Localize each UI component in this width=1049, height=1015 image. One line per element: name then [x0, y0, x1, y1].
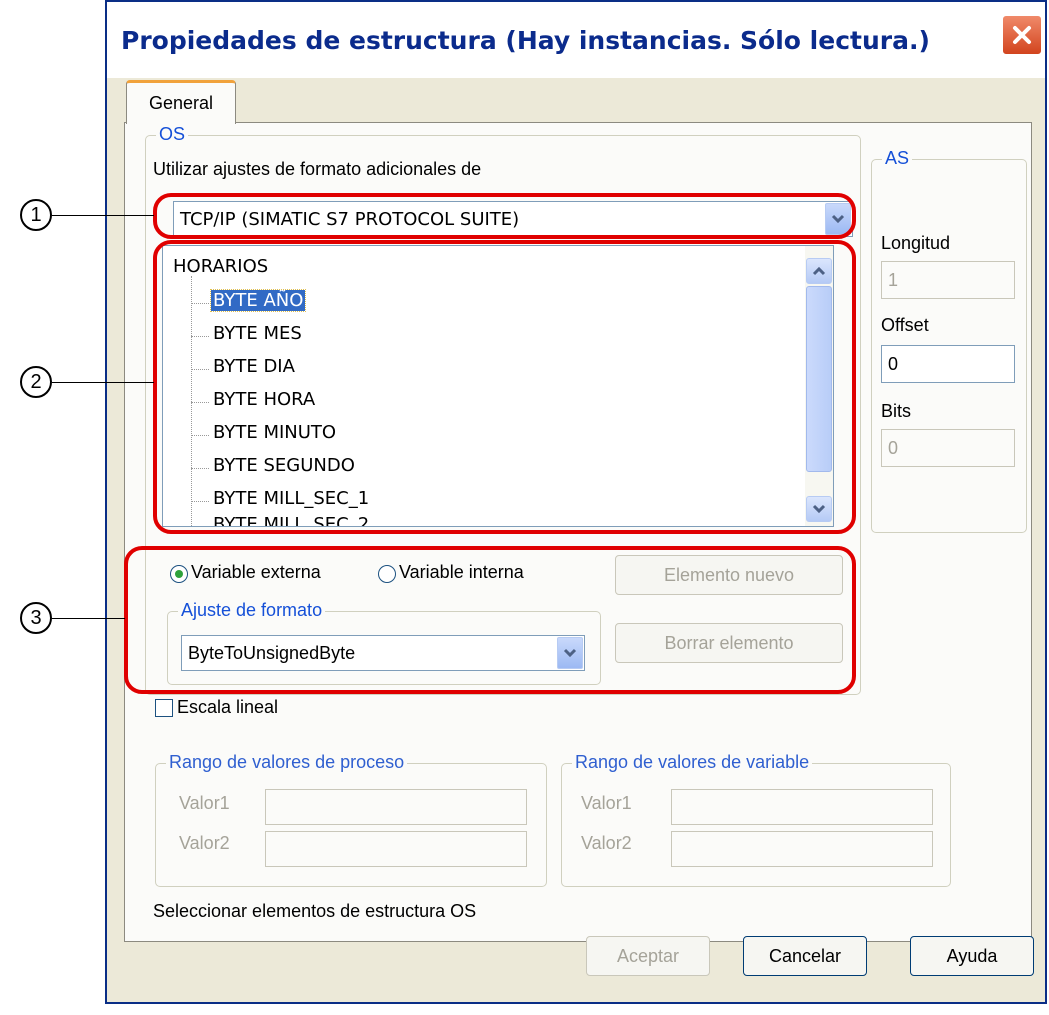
length-value: 1 — [888, 269, 899, 290]
accept-button[interactable]: Aceptar — [586, 936, 710, 976]
linear-scale-checkbox[interactable] — [155, 699, 173, 717]
length-field[interactable]: 1 — [881, 261, 1015, 299]
process-range-title: Rango de valores de proceso — [166, 752, 408, 773]
variable-valor1-field[interactable] — [671, 789, 933, 825]
as-group-title: AS — [882, 148, 913, 169]
os-group-title: OS — [156, 124, 189, 145]
variable-valor1-label: Valor1 — [581, 793, 632, 813]
leader-line-3 — [52, 618, 125, 619]
status-text: Seleccionar elementos de estructura OS — [153, 901, 477, 921]
close-icon — [1013, 26, 1031, 44]
callout-3-frame — [124, 546, 856, 694]
process-range-group: Rango de valores de proceso — [155, 752, 547, 887]
annotation-3: 3 — [20, 602, 52, 634]
annotation-1: 1 — [20, 199, 52, 231]
process-valor2-field[interactable] — [265, 831, 527, 867]
offset-label: Offset — [881, 315, 929, 335]
variable-range-title: Rango de valores de variable — [572, 752, 813, 773]
variable-valor2-label: Valor2 — [581, 833, 632, 853]
leader-line-1 — [52, 215, 154, 216]
bits-field[interactable]: 0 — [881, 429, 1015, 467]
annotation-2: 2 — [20, 366, 52, 398]
help-button[interactable]: Ayuda — [910, 936, 1034, 976]
tab-general[interactable]: General — [126, 80, 236, 124]
bits-label: Bits — [881, 401, 912, 421]
bits-value: 0 — [888, 437, 899, 458]
callout-1-frame — [153, 193, 856, 239]
process-valor1-field[interactable] — [265, 789, 527, 825]
offset-value: 0 — [888, 353, 899, 374]
cancel-button[interactable]: Cancelar — [743, 936, 867, 976]
dialog-title: Propiedades de estructura (Hay instancia… — [121, 26, 930, 55]
format-source-label: Utilizar ajustes de formato adicionales … — [153, 159, 482, 179]
callout-2-frame — [153, 240, 856, 534]
process-valor1-label: Valor1 — [179, 793, 230, 813]
close-button[interactable] — [1001, 14, 1043, 56]
variable-range-group: Rango de valores de variable — [561, 752, 951, 887]
offset-field[interactable]: 0 — [881, 345, 1015, 383]
process-valor2-label: Valor2 — [179, 833, 230, 853]
linear-scale-label[interactable]: Escala lineal — [177, 697, 278, 718]
length-label: Longitud — [881, 233, 951, 253]
leader-line-2 — [52, 382, 154, 383]
title-bar[interactable]: Propiedades de estructura (Hay instancia… — [107, 2, 1045, 78]
variable-valor2-field[interactable] — [671, 831, 933, 867]
